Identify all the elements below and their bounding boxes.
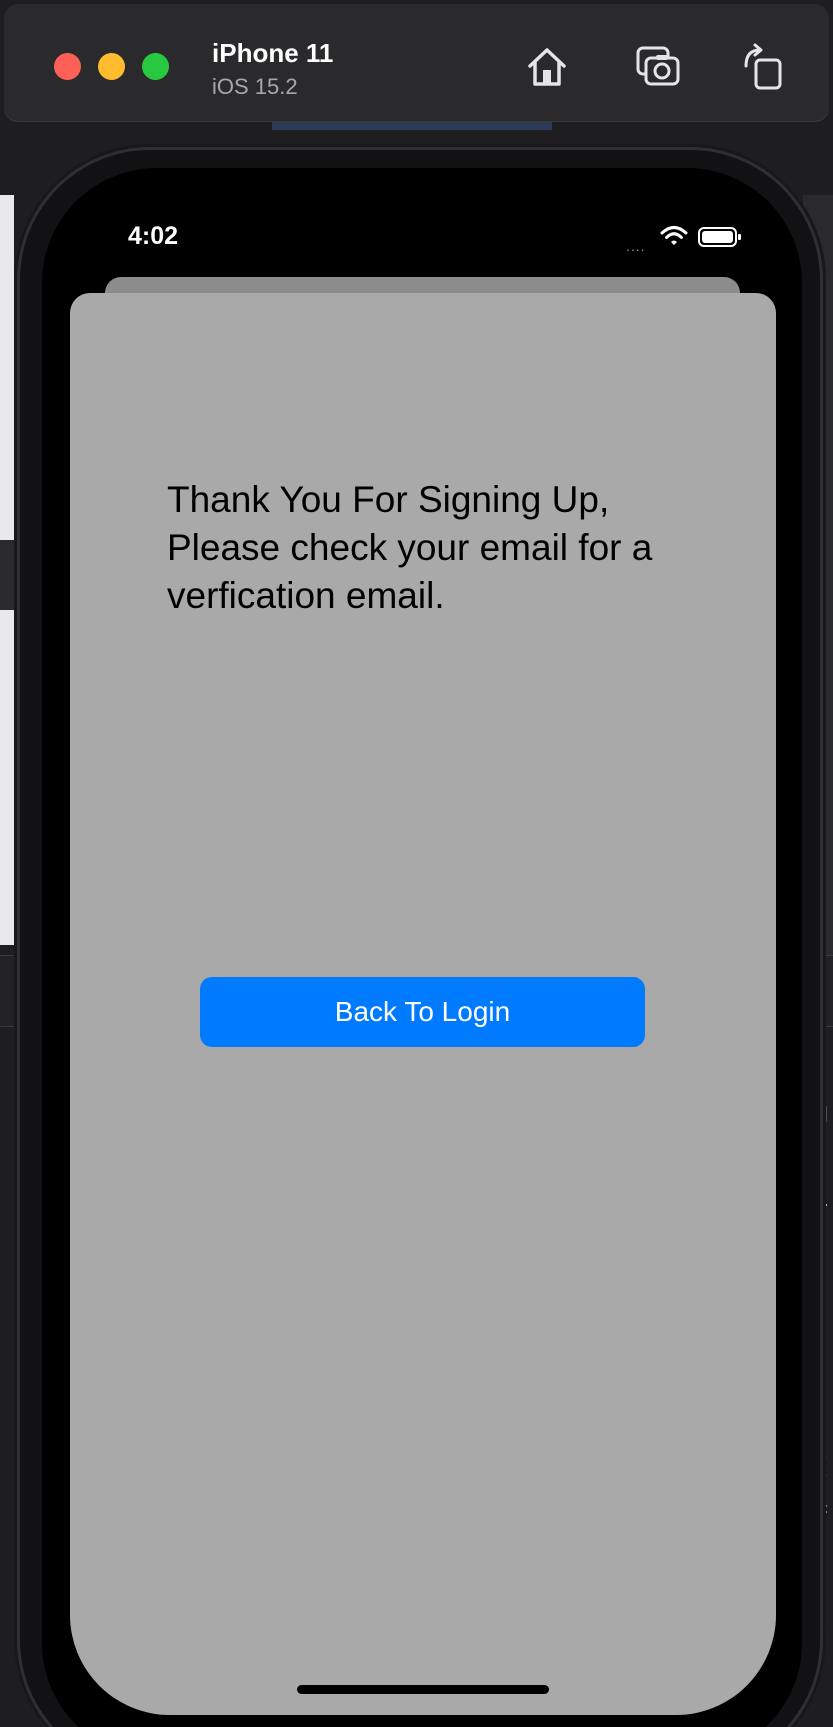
home-indicator[interactable] [297, 1685, 549, 1694]
rotate-icon [744, 43, 782, 90]
status-time: 4:02 [128, 222, 179, 250]
cellular-signal-icon: .... [626, 238, 646, 254]
screenshot-button[interactable] [634, 42, 684, 92]
titlebar-accent [272, 122, 552, 130]
wifi-icon [660, 226, 688, 245]
zoom-window-button[interactable] [142, 53, 169, 80]
status-indicators: .... [620, 222, 750, 254]
back-to-login-button[interactable]: Back To Login [200, 977, 645, 1047]
home-button[interactable] [522, 42, 572, 92]
simulator-window: iPhone 11 iOS 15.2 g i I f s 4:02 .... T… [0, 0, 833, 1727]
background-window-divider [0, 540, 14, 610]
camera-icon [636, 46, 680, 86]
home-icon [528, 48, 566, 86]
device-name: iPhone 11 [212, 38, 334, 68]
os-version: iOS 15.2 [212, 74, 298, 99]
signup-confirmation-message: Thank You For Signing Up, Please check y… [167, 479, 653, 616]
rotate-button[interactable] [738, 42, 788, 92]
battery-icon [698, 227, 741, 247]
close-window-button[interactable] [54, 53, 81, 80]
simulator-titlebar: iPhone 11 iOS 15.2 [4, 4, 829, 122]
minimize-window-button[interactable] [98, 53, 125, 80]
